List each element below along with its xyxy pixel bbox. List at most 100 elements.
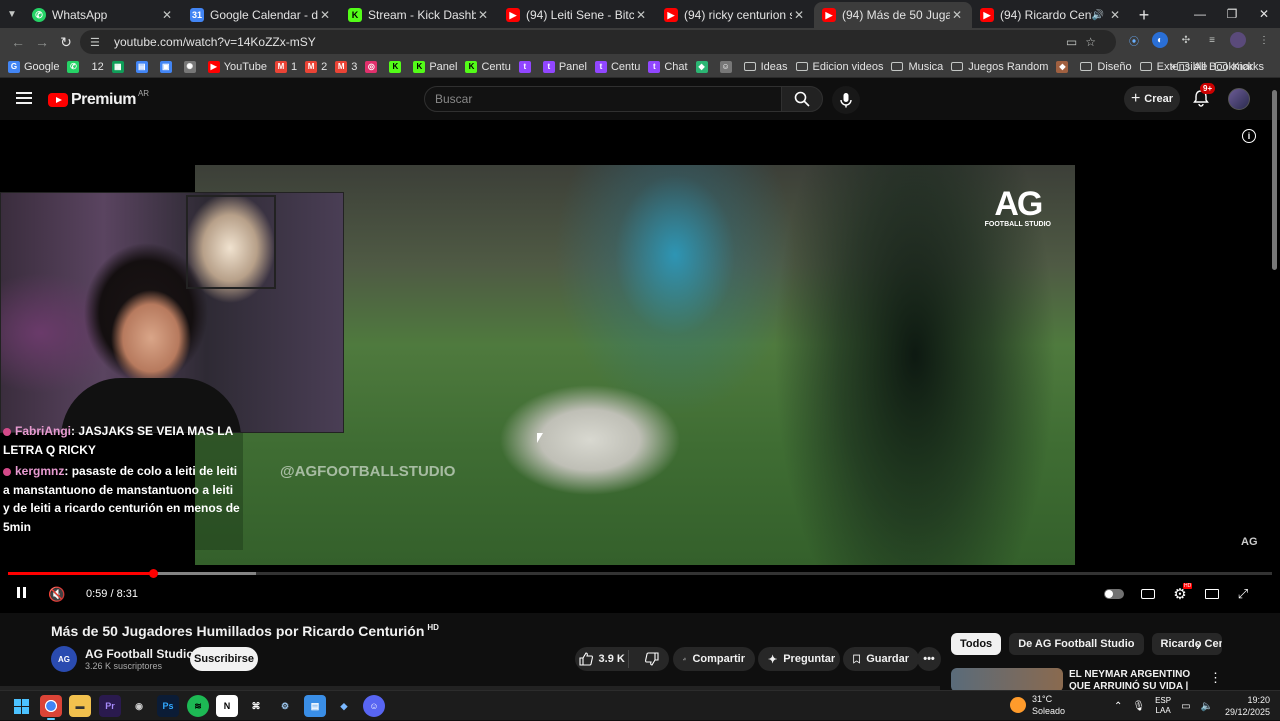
mute-button[interactable]: 🔇 [48, 584, 66, 604]
close-icon[interactable]: ✕ [634, 8, 648, 22]
theater-mode-button[interactable] [1204, 584, 1220, 604]
photoshop-icon[interactable]: Ps [157, 695, 179, 717]
bookmark-item[interactable]: ▤ [135, 60, 152, 73]
bookmark-item[interactable]: ▦ [111, 60, 128, 73]
search-button[interactable] [781, 86, 823, 112]
close-icon[interactable]: ✕ [318, 8, 332, 22]
speaker-icon[interactable]: 🔊 [1092, 10, 1104, 21]
search-input[interactable]: Buscar [424, 86, 782, 112]
media-controls-icon[interactable]: ≡ [1204, 32, 1220, 48]
app-diamond-icon[interactable]: ◆ [333, 695, 355, 717]
close-icon[interactable]: ✕ [476, 8, 490, 22]
create-button[interactable]: + Crear [1124, 86, 1180, 112]
bookmark-item[interactable]: ✆ [67, 60, 83, 73]
fullscreen-button[interactable]: ⤢ [1236, 584, 1250, 604]
tab-youtube-active[interactable]: ▶ (94) Más de 50 Jugadores Hum ✕ [814, 2, 972, 28]
autoplay-toggle[interactable] [1103, 584, 1125, 604]
bookmark-item[interactable]: ▣ [159, 60, 176, 73]
puzzle-icon[interactable]: ✣ [1178, 32, 1194, 48]
hamburger-menu-icon[interactable] [16, 92, 32, 104]
chrome-icon[interactable] [40, 695, 62, 720]
settings-button[interactable]: ⚙ HD [1172, 583, 1193, 604]
file-explorer-icon[interactable]: ▬ [69, 695, 91, 717]
bookmark-item[interactable]: Diseño [1080, 61, 1132, 73]
extension-icon[interactable]: ⦿ [1126, 32, 1142, 48]
channel-name[interactable]: AG Football Studio [85, 647, 194, 661]
reload-icon[interactable]: ↻ [54, 30, 78, 54]
notion-icon[interactable]: N [216, 695, 238, 717]
save-button[interactable]: Guardar [843, 647, 919, 671]
bookmark-item[interactable]: ◆ [695, 60, 712, 73]
bookmark-item[interactable]: ☺ [719, 60, 736, 73]
recommended-video-thumbnail[interactable] [951, 668, 1063, 692]
chevron-right-icon[interactable]: › [1196, 637, 1201, 653]
premiere-pro-icon[interactable]: Pr [99, 695, 121, 717]
bookmark-item[interactable]: ◎ [365, 60, 381, 73]
tab-google-calendar[interactable]: 31 Google Calendar - diciembre de ✕ [182, 2, 340, 28]
close-icon[interactable]: ✕ [792, 8, 806, 22]
tab-search-icon[interactable]: ▼ [0, 0, 24, 28]
bookmark-item[interactable]: ✺ [183, 60, 200, 73]
bookmark-item[interactable]: t [518, 60, 535, 73]
microphone-tray-icon[interactable]: 🎙 [1132, 701, 1145, 712]
more-actions-button[interactable]: ••• [917, 647, 941, 671]
close-icon[interactable]: ✕ [1108, 8, 1122, 22]
close-window-icon[interactable]: ✕ [1248, 0, 1280, 28]
notepad-icon[interactable]: ▤ [304, 695, 326, 717]
new-tab-button[interactable]: + [1130, 2, 1158, 28]
share-button[interactable]: Compartir [673, 647, 755, 671]
profile-avatar[interactable] [1230, 32, 1246, 48]
bookmark-item[interactable]: K [389, 60, 405, 73]
subscribe-button[interactable]: Suscribirse [190, 647, 258, 671]
tab-youtube-ricky[interactable]: ▶ (94) ricky centurion skill - YouTu ✕ [656, 2, 814, 28]
extension-icon[interactable]: ◐ [1152, 32, 1168, 48]
chip-all[interactable]: Todos [951, 633, 1002, 655]
scrubber-handle[interactable] [149, 569, 159, 578]
bookmark-item[interactable]: Musica [891, 61, 943, 73]
chevron-up-icon[interactable]: ⌃ [1114, 701, 1122, 712]
network-icon[interactable]: ▭ [1181, 701, 1190, 712]
bookmark-item[interactable]: M3 [335, 60, 357, 73]
steam-icon[interactable]: ⚙ [274, 695, 296, 717]
windows-start-icon[interactable] [10, 695, 32, 717]
obs-icon[interactable]: ◉ [128, 695, 150, 717]
recommended-video-title[interactable]: EL NEYMAR ARGENTINO QUE ARRUINÓ SU VIDA … [1069, 669, 1199, 691]
youtube-premium-logo[interactable]: Premium AR [48, 89, 149, 109]
pause-button[interactable] [14, 584, 28, 604]
more-bookmarks-chevron[interactable]: » [1170, 61, 1176, 73]
tab-youtube-leiti[interactable]: ▶ (94) Leiti Sene - Bitcoin (Officia ✕ [498, 2, 656, 28]
cast-icon[interactable]: ▭ [1066, 35, 1077, 49]
bookmark-item[interactable]: G Google [8, 60, 59, 73]
like-button[interactable]: 3.9 K [575, 650, 630, 668]
weather-widget[interactable]: 31°C Soleado [1010, 693, 1065, 717]
bookmark-item[interactable]: ▶ YouTube [207, 60, 267, 73]
back-arrow-icon[interactable]: ← [6, 30, 30, 54]
bookmark-item[interactable]: K Centu [465, 60, 511, 73]
tab-kick-dashboard[interactable]: K Stream - Kick Dashboard ✕ [340, 2, 498, 28]
site-info-icon[interactable]: ☰ [90, 36, 104, 49]
minimize-icon[interactable]: — [1184, 0, 1216, 28]
subtitles-button[interactable] [1140, 584, 1156, 604]
channel-avatar[interactable]: AG [51, 646, 77, 672]
kebab-menu-icon[interactable]: ⋮ [1209, 670, 1222, 686]
info-icon[interactable]: i [1242, 129, 1256, 143]
kebab-menu-icon[interactable]: ⋮ [1256, 32, 1272, 48]
video-player[interactable]: i AG FOOTBALL STUDIO @AGFOOTBALLSTUDIO F… [0, 120, 1280, 613]
volume-icon[interactable]: 🔈 [1201, 701, 1213, 712]
bookmark-item[interactable]: Juegos Random [951, 61, 1048, 73]
close-icon[interactable]: ✕ [160, 8, 174, 22]
bookmark-item[interactable]: M2 [305, 60, 327, 73]
progress-bar[interactable] [8, 569, 1272, 578]
chip-topic[interactable]: Ricardo Centur [1151, 633, 1222, 655]
system-clock[interactable]: 19:20 29/12/2025 [1222, 694, 1270, 718]
account-avatar[interactable] [1228, 88, 1250, 110]
tab-youtube-centurion[interactable]: ▶ (94) Ricardo Centurión (So 🔊 ✕ [972, 2, 1130, 28]
restore-icon[interactable]: ❐ [1216, 0, 1248, 28]
chip-channel[interactable]: De AG Football Studio [1009, 633, 1144, 655]
bookmark-star-icon[interactable]: ☆ [1085, 35, 1096, 49]
all-bookmarks-button[interactable]: All Bookmarks [1176, 61, 1264, 73]
forward-arrow-icon[interactable]: → [30, 30, 54, 54]
bookmark-item[interactable]: ◆ [1056, 60, 1072, 73]
spotify-icon[interactable]: ≋ [187, 695, 209, 717]
ask-button[interactable]: ✦ Preguntar [758, 647, 840, 671]
